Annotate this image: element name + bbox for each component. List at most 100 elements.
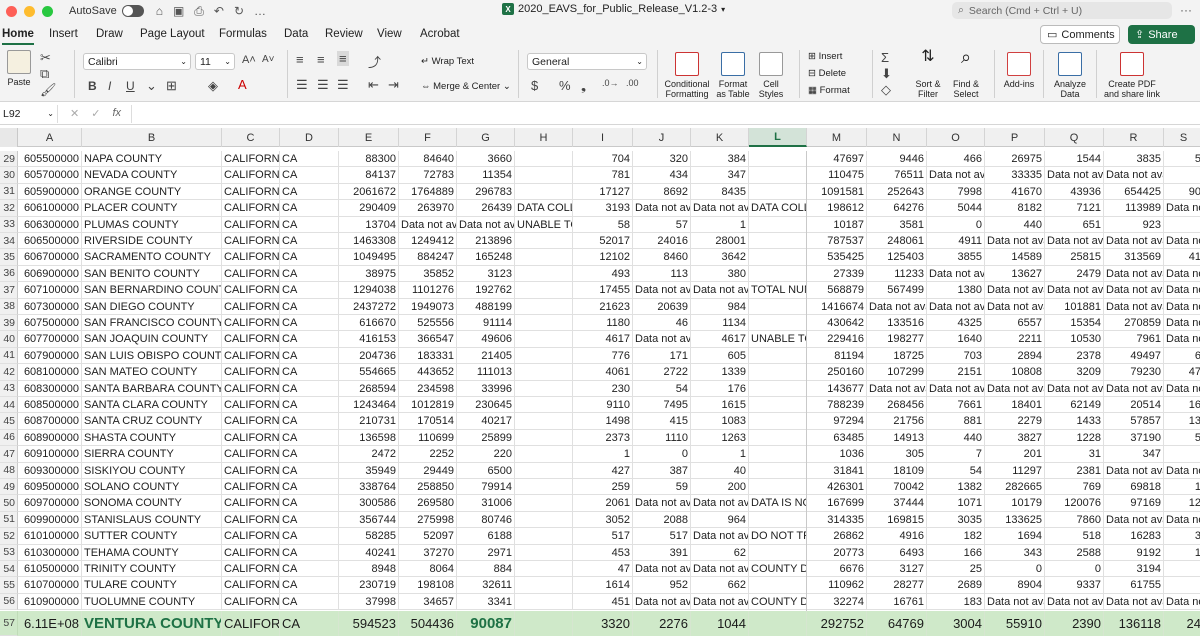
align-right-icon[interactable]: ☰ — [337, 77, 349, 93]
cell-o[interactable]: Data not ava — [927, 380, 985, 397]
cell-s[interactable]: Data no — [1164, 315, 1200, 332]
cell-i[interactable]: 47 — [573, 561, 633, 578]
cell-b[interactable]: SISKIYOU COUNTY — [82, 462, 222, 479]
cell-k[interactable]: 984 — [691, 298, 749, 315]
cell-c[interactable]: CALIFORNIA — [222, 298, 280, 315]
cell-c[interactable]: CALIFORNIA — [222, 200, 280, 217]
cell-r[interactable]: 923 — [1104, 216, 1164, 233]
cell-q[interactable]: 9337 — [1045, 577, 1104, 594]
cell-s[interactable]: 6 — [1164, 348, 1200, 365]
row-header[interactable]: 54 — [0, 561, 18, 578]
analyze-data-button[interactable]: Analyze Data — [1050, 52, 1090, 99]
cell-m[interactable]: 198612 — [807, 200, 867, 217]
column-header-n[interactable]: N — [867, 128, 927, 147]
cell-n[interactable]: 252643 — [867, 183, 927, 201]
cell-a[interactable]: 607300000 — [18, 298, 82, 315]
cell-j[interactable]: 2276 — [633, 611, 691, 636]
cell-j[interactable]: 20639 — [633, 298, 691, 315]
cell-m[interactable]: 1091581 — [807, 183, 867, 201]
cell-r[interactable]: 7961 — [1104, 331, 1164, 348]
cell-a[interactable]: 609500000 — [18, 479, 82, 496]
tab-insert[interactable]: Insert — [49, 22, 78, 46]
cell-r[interactable]: 37190 — [1104, 429, 1164, 447]
cell-s[interactable]: 90 — [1164, 184, 1200, 201]
tab-draw[interactable]: Draw — [96, 22, 123, 46]
cell-l[interactable] — [749, 429, 807, 447]
cell-s[interactable]: 47 — [1164, 364, 1200, 381]
cell-r[interactable]: Data not ava — [1104, 233, 1164, 250]
cell-s[interactable] — [1164, 577, 1200, 594]
cell-f[interactable]: 183331 — [399, 347, 457, 365]
cell-b[interactable]: SHASTA COUNTY — [82, 429, 222, 447]
cell-j[interactable]: 46 — [633, 315, 691, 332]
cell-f[interactable]: 275998 — [399, 511, 457, 529]
cell-d[interactable]: CA — [280, 216, 339, 233]
column-header-b[interactable]: B — [82, 128, 222, 147]
cell-f[interactable]: 35852 — [399, 265, 457, 283]
cell-g[interactable]: 49606 — [457, 331, 515, 348]
cell-c[interactable]: CALIFORNIA — [222, 413, 280, 430]
cell-d[interactable]: CA — [280, 265, 339, 283]
cell-a[interactable]: 609900000 — [18, 511, 82, 529]
increase-font-icon[interactable]: A˄ — [242, 54, 256, 66]
cell-g[interactable]: 111013 — [457, 364, 515, 381]
wrap-text-button[interactable]: ↵ Wrap Text — [421, 56, 474, 67]
cell-a[interactable]: 607100000 — [18, 282, 82, 299]
cell-p[interactable]: 11297 — [985, 462, 1045, 479]
cell-p[interactable]: 133625 — [985, 511, 1045, 529]
cell-r[interactable]: 3835 — [1104, 151, 1164, 168]
cell-b[interactable]: TUOLUMNE COUNTY — [82, 593, 222, 611]
increase-indent-icon[interactable]: ⇥ — [388, 77, 399, 93]
cell-r[interactable]: Data not ava — [1104, 380, 1164, 397]
cell-f[interactable]: 37270 — [399, 544, 457, 561]
cell-r[interactable]: 3194 — [1104, 561, 1164, 578]
cell-c[interactable]: CALIFORNIA — [222, 265, 280, 283]
cell-b[interactable]: SANTA BARBARA COUNTY — [82, 380, 222, 397]
name-box[interactable]: L92 ⌄ — [0, 104, 58, 123]
cell-h[interactable] — [515, 577, 573, 594]
cell-p[interactable]: 343 — [985, 544, 1045, 561]
cell-k[interactable]: 662 — [691, 577, 749, 594]
cell-s[interactable] — [1164, 561, 1200, 578]
cell-n[interactable]: Data not ava — [867, 380, 927, 397]
cell-m[interactable]: 110475 — [807, 167, 867, 184]
currency-button[interactable]: $ — [531, 78, 538, 93]
column-header-q[interactable]: Q — [1045, 128, 1104, 147]
cell-s[interactable] — [1164, 167, 1200, 184]
cell-n[interactable]: 133516 — [867, 315, 927, 332]
cell-n[interactable]: 37444 — [867, 495, 927, 512]
cell-l[interactable] — [749, 611, 807, 636]
cell-l[interactable] — [749, 364, 807, 381]
cell-s[interactable]: 3 — [1164, 528, 1200, 545]
cell-d[interactable]: CA — [280, 380, 339, 397]
cell-g[interactable]: 32611 — [457, 577, 515, 594]
cell-j[interactable]: Data not ava — [633, 200, 691, 217]
find-select-button[interactable]: ⌕ Find & Select — [948, 48, 984, 99]
borders-icon[interactable]: ⊞ — [166, 78, 177, 94]
cell-e[interactable]: 1294038 — [339, 282, 399, 299]
cell-l[interactable] — [749, 183, 807, 201]
row-header[interactable]: 31 — [0, 183, 18, 201]
cell-g[interactable]: 488199 — [457, 298, 515, 315]
cell-s[interactable]: Data no — [1164, 282, 1200, 299]
cell-j[interactable]: 59 — [633, 479, 691, 496]
cell-g[interactable]: 230645 — [457, 397, 515, 414]
cell-g[interactable]: 90087 — [457, 611, 515, 636]
cell-i[interactable]: 17127 — [573, 183, 633, 201]
cell-h[interactable] — [515, 183, 573, 201]
cell-i[interactable]: 776 — [573, 347, 633, 365]
cell-c[interactable]: CALIFORNIA — [222, 593, 280, 611]
cell-p[interactable]: 1694 — [985, 528, 1045, 545]
cell-d[interactable]: CA — [280, 577, 339, 594]
cell-i[interactable]: 21623 — [573, 298, 633, 315]
cell-m[interactable]: 10187 — [807, 216, 867, 233]
cell-o[interactable]: 466 — [927, 151, 985, 168]
cell-j[interactable]: 7495 — [633, 397, 691, 414]
cell-d[interactable]: CA — [280, 397, 339, 414]
cell-g[interactable]: Data not ava — [457, 216, 515, 233]
cell-o[interactable]: 1640 — [927, 331, 985, 348]
tab-acrobat[interactable]: Acrobat — [420, 22, 460, 46]
cell-g[interactable]: 26439 — [457, 200, 515, 217]
format-cells-button[interactable]: ▦ Format — [808, 85, 850, 96]
cell-q[interactable]: 1228 — [1045, 429, 1104, 447]
